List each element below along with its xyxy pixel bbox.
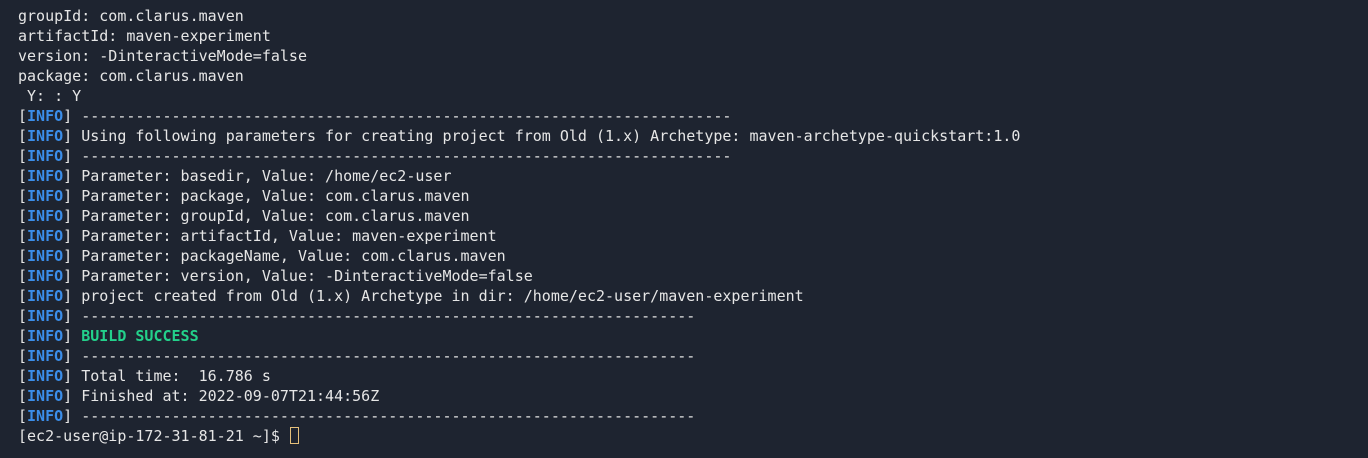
bracket-close: ] — [63, 147, 82, 165]
info-log-line: [INFO] ---------------------------------… — [18, 306, 1360, 326]
log-message: Parameter: package, Value: com.clarus.ma… — [81, 187, 470, 205]
bracket-close: ] — [63, 387, 82, 405]
info-tag: INFO — [27, 247, 64, 265]
info-tag: INFO — [27, 107, 64, 125]
log-message: ----------------------------------------… — [81, 107, 732, 125]
info-log-block: [INFO] ---------------------------------… — [18, 106, 1360, 426]
bracket-open: [ — [18, 147, 28, 165]
info-tag: INFO — [27, 407, 64, 425]
bracket-open: [ — [18, 287, 28, 305]
bracket-open: [ — [18, 227, 28, 245]
info-tag: INFO — [27, 167, 64, 185]
log-message: ----------------------------------------… — [81, 407, 696, 425]
log-message: ----------------------------------------… — [81, 307, 696, 325]
terminal-output[interactable]: groupId: com.clarus.maven artifactId: ma… — [18, 6, 1360, 446]
log-message: Parameter: packageName, Value: com.claru… — [81, 247, 506, 265]
log-message: Parameter: artifactId, Value: maven-expe… — [81, 227, 497, 245]
info-tag: INFO — [27, 387, 64, 405]
bracket-close: ] — [63, 307, 82, 325]
bracket-close: ] — [63, 367, 82, 385]
bracket-close: ] — [63, 347, 82, 365]
bracket-close: ] — [63, 267, 82, 285]
info-tag: INFO — [27, 127, 64, 145]
bracket-open: [ — [18, 167, 28, 185]
info-log-line: [INFO] Parameter: package, Value: com.cl… — [18, 186, 1360, 206]
bracket-close: ] — [63, 247, 82, 265]
bracket-open: [ — [18, 367, 28, 385]
info-log-line: [INFO] Using following parameters for cr… — [18, 126, 1360, 146]
status-bar — [0, 452, 1368, 458]
info-log-line: [INFO] Parameter: artifactId, Value: mav… — [18, 226, 1360, 246]
bracket-close: ] — [63, 207, 82, 225]
shell-prompt: [ec2-user@ip-172-31-81-21 ~]$ — [18, 427, 289, 445]
bracket-open: [ — [18, 107, 28, 125]
info-log-line: [INFO] ---------------------------------… — [18, 406, 1360, 426]
info-log-line: [INFO] Finished at: 2022-09-07T21:44:56Z — [18, 386, 1360, 406]
info-log-line: [INFO] ---------------------------------… — [18, 346, 1360, 366]
log-message: Parameter: version, Value: -Dinteractive… — [81, 267, 533, 285]
info-tag: INFO — [27, 307, 64, 325]
bracket-close: ] — [63, 187, 82, 205]
bracket-open: [ — [18, 247, 28, 265]
log-message: Finished at: 2022-09-07T21:44:56Z — [81, 387, 380, 405]
bracket-close: ] — [63, 127, 82, 145]
output-line-groupid: groupId: com.clarus.maven — [18, 7, 244, 25]
info-log-line: [INFO] ---------------------------------… — [18, 146, 1360, 166]
bracket-open: [ — [18, 327, 28, 345]
info-log-line: [INFO] ---------------------------------… — [18, 106, 1360, 126]
log-message: Parameter: basedir, Value: /home/ec2-use… — [81, 167, 452, 185]
bracket-open: [ — [18, 307, 28, 325]
log-message: ----------------------------------------… — [81, 147, 732, 165]
info-log-line: [INFO] Parameter: packageName, Value: co… — [18, 246, 1360, 266]
info-log-line: [INFO] Total time: 16.786 s — [18, 366, 1360, 386]
bracket-open: [ — [18, 127, 28, 145]
bracket-open: [ — [18, 207, 28, 225]
info-tag: INFO — [27, 227, 64, 245]
build-status-text: BUILD SUCCESS — [81, 327, 199, 345]
info-tag: INFO — [27, 147, 64, 165]
text-cursor — [289, 427, 299, 444]
info-log-line: [INFO] Parameter: groupId, Value: com.cl… — [18, 206, 1360, 226]
info-tag: INFO — [27, 327, 64, 345]
bracket-open: [ — [18, 407, 28, 425]
log-message: Total time: 16.786 s — [81, 367, 271, 385]
info-tag: INFO — [27, 347, 64, 365]
log-message: Parameter: groupId, Value: com.clarus.ma… — [81, 207, 470, 225]
bracket-open: [ — [18, 347, 28, 365]
log-message: ----------------------------------------… — [81, 347, 696, 365]
output-line-package: package: com.clarus.maven — [18, 67, 244, 85]
output-line-artifactid: artifactId: maven-experiment — [18, 27, 271, 45]
info-log-line: [INFO] Parameter: version, Value: -Dinte… — [18, 266, 1360, 286]
info-tag: INFO — [27, 267, 64, 285]
info-log-line: [INFO] BUILD SUCCESS — [18, 326, 1360, 346]
info-tag: INFO — [27, 187, 64, 205]
shell-prompt-line[interactable]: [ec2-user@ip-172-31-81-21 ~]$ — [18, 426, 1360, 446]
bracket-close: ] — [63, 107, 82, 125]
bracket-open: [ — [18, 387, 28, 405]
bracket-open: [ — [18, 267, 28, 285]
log-message: project created from Old (1.x) Archetype… — [81, 287, 804, 305]
log-message: Using following parameters for creating … — [81, 127, 1021, 145]
bracket-close: ] — [63, 407, 82, 425]
output-line-confirm: Y: : Y — [18, 87, 82, 105]
info-tag: INFO — [27, 287, 64, 305]
bracket-close: ] — [63, 167, 82, 185]
info-log-line: [INFO] Parameter: basedir, Value: /home/… — [18, 166, 1360, 186]
info-tag: INFO — [27, 207, 64, 225]
info-tag: INFO — [27, 367, 64, 385]
output-line-version: version: -DinteractiveMode=false — [18, 47, 307, 65]
bracket-close: ] — [63, 227, 82, 245]
bracket-close: ] — [63, 327, 82, 345]
info-log-line: [INFO] project created from Old (1.x) Ar… — [18, 286, 1360, 306]
bracket-open: [ — [18, 187, 28, 205]
bracket-close: ] — [63, 287, 82, 305]
